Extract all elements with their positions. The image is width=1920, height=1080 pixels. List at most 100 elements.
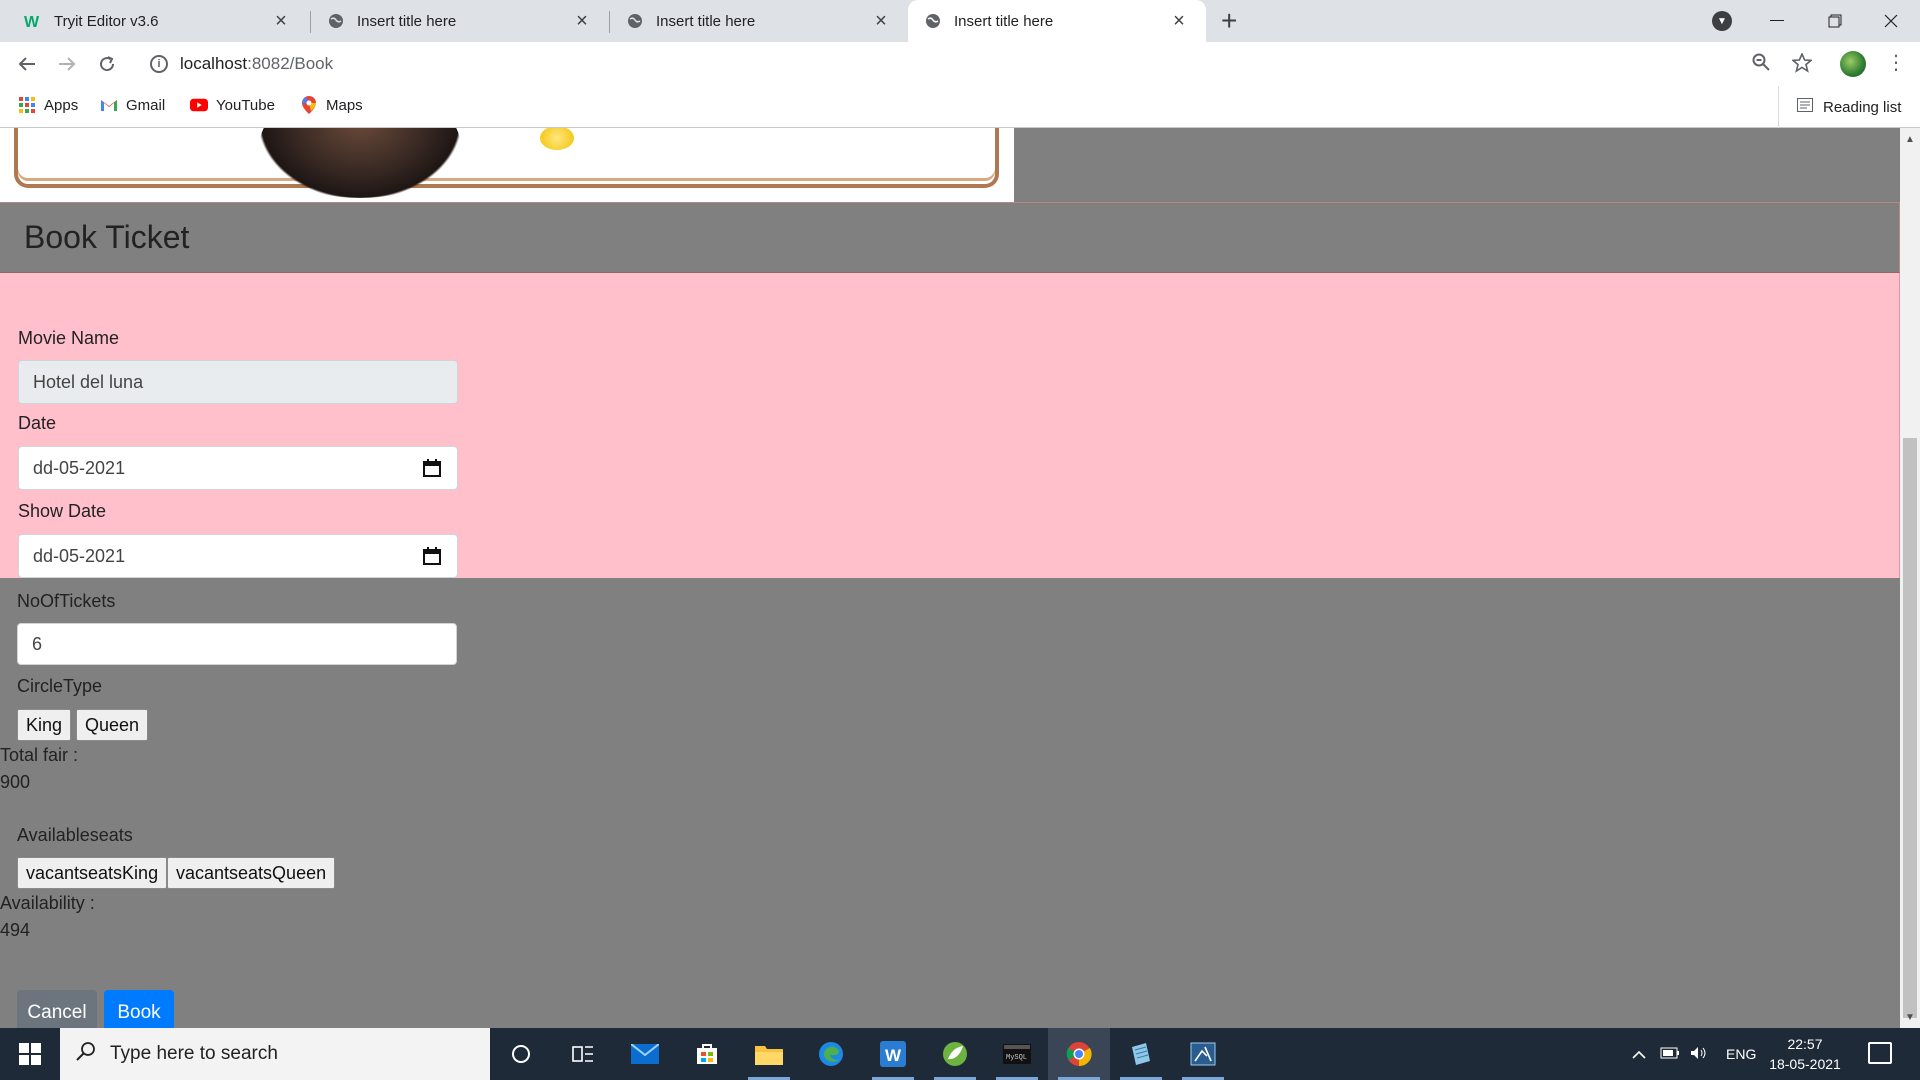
- bookmark-star-icon[interactable]: [1790, 51, 1814, 79]
- close-tab-icon[interactable]: ×: [270, 10, 292, 33]
- chrome-icon[interactable]: [1048, 1028, 1110, 1080]
- snipping-tool-icon[interactable]: [1172, 1028, 1234, 1080]
- tab-insert-title-1[interactable]: Insert title here ×: [311, 0, 609, 42]
- reading-list-button[interactable]: Reading list: [1778, 86, 1901, 128]
- reload-icon[interactable]: [92, 50, 122, 78]
- tab-title: Insert title here: [357, 12, 457, 30]
- minimize-icon[interactable]: [1748, 0, 1806, 42]
- book-button[interactable]: Book: [104, 990, 174, 1028]
- spring-tool-icon[interactable]: [924, 1028, 986, 1080]
- scroll-up-arrow-icon[interactable]: ▲: [1905, 134, 1915, 145]
- maps-icon: [300, 96, 318, 114]
- notepad-icon[interactable]: [1110, 1028, 1172, 1080]
- reading-list-icon: [1797, 98, 1813, 116]
- movie-name-field[interactable]: Hotel del luna: [18, 360, 458, 404]
- url-text: localhost:8082/Book: [180, 54, 333, 74]
- battery-icon[interactable]: [1660, 1046, 1680, 1062]
- circle-option-queen[interactable]: Queen: [76, 709, 149, 741]
- tab-insert-title-2[interactable]: Insert title here ×: [610, 0, 908, 42]
- circle-type-label: CircleType: [17, 676, 103, 696]
- page-viewport: Book Ticket Movie Name Hotel del luna Da…: [0, 128, 1900, 1028]
- profile-avatar[interactable]: [1840, 51, 1866, 77]
- store-icon[interactable]: [676, 1028, 738, 1080]
- volume-icon[interactable]: [1690, 1046, 1708, 1063]
- circle-option-king[interactable]: King: [17, 709, 72, 741]
- svg-text:MySQL: MySQL: [1006, 1054, 1027, 1062]
- file-explorer-icon[interactable]: [738, 1028, 800, 1080]
- gmail-icon: [100, 96, 118, 114]
- bookmark-apps[interactable]: Apps: [18, 96, 78, 114]
- windows-start-icon[interactable]: [0, 1028, 60, 1080]
- tab-search-chevron-icon[interactable]: ▼: [1712, 11, 1732, 31]
- cortana-icon[interactable]: [490, 1028, 552, 1080]
- total-fair-value: 900: [0, 772, 31, 792]
- tab-title: Tryit Editor v3.6: [54, 12, 159, 30]
- edge-icon[interactable]: [800, 1028, 862, 1080]
- bookmark-label: Apps: [44, 96, 79, 114]
- bookmark-youtube[interactable]: YouTube: [190, 96, 275, 114]
- seat-option-king[interactable]: vacantseatsKing: [17, 857, 168, 889]
- calendar-icon[interactable]: [423, 459, 441, 482]
- movie-name-label: Movie Name: [18, 328, 120, 348]
- tickets-value: 6: [32, 633, 43, 654]
- search-placeholder: Type here to search: [110, 1043, 278, 1064]
- availability-label: Availability :: [0, 893, 95, 913]
- show-date-value: dd-05-2021: [33, 545, 126, 566]
- bookmark-gmail[interactable]: Gmail: [100, 96, 165, 114]
- url-host: localhost: [180, 54, 248, 73]
- taskbar-clock[interactable]: 22:57 18-05-2021: [1760, 1034, 1850, 1074]
- task-view-icon[interactable]: [552, 1028, 614, 1080]
- movie-banner-image: [0, 128, 1014, 202]
- menu-kebab-icon[interactable]: ⋮: [1886, 50, 1906, 75]
- card-header: Book Ticket: [0, 202, 1900, 273]
- address-bar[interactable]: i localhost:8082/Book: [140, 47, 1788, 81]
- tray-chevron-up-icon[interactable]: [1632, 1046, 1646, 1062]
- date-label: Date: [18, 413, 57, 433]
- calendar-icon[interactable]: [423, 547, 441, 570]
- bookmark-label: Gmail: [126, 96, 166, 114]
- zoom-icon[interactable]: [1752, 53, 1770, 77]
- mail-icon[interactable]: [614, 1028, 676, 1080]
- movie-name-value: Hotel del luna: [33, 371, 144, 392]
- cancel-button[interactable]: Cancel: [17, 990, 97, 1028]
- w3schools-icon: W: [24, 12, 42, 30]
- clock-date: 18-05-2021: [1769, 1056, 1841, 1072]
- svg-text:W: W: [24, 14, 40, 29]
- close-tab-icon[interactable]: ×: [1168, 10, 1190, 33]
- language-indicator[interactable]: ENG: [1726, 1046, 1756, 1062]
- tickets-label: NoOfTickets: [17, 591, 116, 611]
- close-tab-icon[interactable]: ×: [571, 10, 593, 33]
- reading-list-label: Reading list: [1823, 98, 1902, 116]
- date-field[interactable]: dd-05-2021: [18, 446, 458, 490]
- show-date-label: Show Date: [18, 501, 107, 521]
- tab-tryit-editor[interactable]: W Tryit Editor v3.6 ×: [8, 0, 308, 42]
- tab-insert-title-active[interactable]: Insert title here ×: [908, 0, 1206, 42]
- scroll-down-arrow-icon[interactable]: ▼: [1905, 1012, 1915, 1023]
- restore-icon[interactable]: [1806, 0, 1864, 42]
- word-icon[interactable]: W: [862, 1028, 924, 1080]
- date-value: dd-05-2021: [33, 457, 126, 478]
- seat-option-queen[interactable]: vacantseatsQueen: [167, 857, 336, 889]
- mysql-workbench-icon[interactable]: MySQL: [986, 1028, 1048, 1080]
- new-tab-plus-icon[interactable]: +: [1221, 7, 1237, 35]
- tickets-input[interactable]: 6: [17, 623, 457, 665]
- available-seats-label: Availableseats: [17, 825, 133, 845]
- back-arrow-icon[interactable]: [12, 50, 42, 78]
- notification-center-icon[interactable]: [1868, 1042, 1892, 1064]
- close-window-icon[interactable]: [1862, 0, 1920, 42]
- tab-strip: W Tryit Editor v3.6 × Insert title here …: [0, 0, 1920, 42]
- browser-toolbar: i localhost:8082/Book ⋮: [0, 42, 1920, 86]
- url-path: :8082/Book: [247, 54, 334, 73]
- youtube-icon: [190, 96, 208, 114]
- taskbar-search-input[interactable]: Type here to search: [60, 1028, 490, 1080]
- close-tab-icon[interactable]: ×: [870, 10, 892, 33]
- bookmark-label: YouTube: [216, 96, 275, 114]
- site-info-icon[interactable]: i: [150, 55, 168, 73]
- page-scrollbar[interactable]: ▲ ▼: [1900, 128, 1920, 1028]
- show-date-field[interactable]: dd-05-2021: [18, 534, 458, 578]
- bookmark-maps[interactable]: Maps: [300, 96, 363, 114]
- tab-title: Insert title here: [656, 12, 756, 30]
- tab-title: Insert title here: [954, 12, 1054, 30]
- forward-arrow-icon[interactable]: [52, 50, 82, 78]
- scrollbar-thumb[interactable]: [1903, 438, 1917, 1018]
